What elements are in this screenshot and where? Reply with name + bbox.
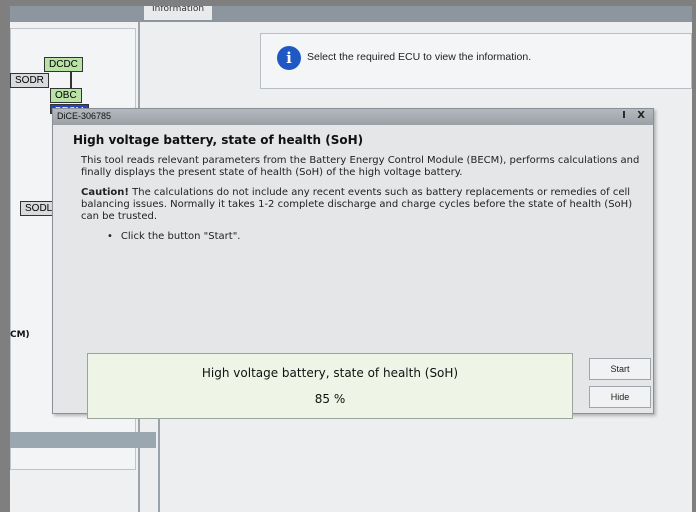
result-title: High voltage battery, state of health (S… — [201, 366, 459, 380]
hide-button[interactable]: Hide — [589, 386, 651, 408]
caution-label: Caution! — [81, 187, 129, 198]
left-bottom-bar — [10, 432, 156, 448]
caution-body: The calculations do not include any rece… — [81, 187, 633, 222]
instruction-item: Click the button "Start". — [107, 231, 643, 242]
dialog-controls: I X — [614, 110, 645, 121]
dialog-window-id: DiCE-306785 — [57, 111, 112, 121]
tab-strip — [138, 6, 692, 22]
result-panel: High voltage battery, state of health (S… — [87, 353, 573, 419]
app-screen: DCDC SODR OBC BECM SODL CM) Information … — [10, 6, 692, 512]
info-message: Select the required ECU to view the info… — [307, 51, 532, 63]
ecu-dcdc[interactable]: DCDC — [44, 57, 83, 72]
dialog-titlebar[interactable]: DiCE-306785 I X — [53, 109, 653, 125]
caution-text: Caution! The calculations do not include… — [81, 187, 643, 223]
info-message-box: i Select the required ECU to view the in… — [260, 33, 692, 89]
divider — [158, 410, 160, 512]
ecu-sodr[interactable]: SODR — [10, 73, 49, 88]
soh-value: 85 % — [314, 392, 346, 406]
dialog-body: High voltage battery, state of health (S… — [67, 133, 643, 242]
ecu-obc[interactable]: OBC — [50, 88, 82, 103]
connector-line — [70, 70, 72, 88]
tab-information[interactable]: Information — [144, 6, 213, 20]
close-button[interactable]: X — [637, 110, 645, 121]
soh-dialog: DiCE-306785 I X High voltage battery, st… — [52, 108, 654, 419]
dialog-heading: High voltage battery, state of health (S… — [73, 133, 364, 147]
info-toggle-button[interactable]: I — [622, 110, 626, 121]
panel-header — [10, 6, 138, 22]
ecu-partial-label: CM) — [10, 330, 30, 340]
intro-text: This tool reads relevant parameters from… — [81, 155, 640, 178]
info-icon: i — [277, 46, 301, 70]
start-button[interactable]: Start — [589, 358, 651, 380]
